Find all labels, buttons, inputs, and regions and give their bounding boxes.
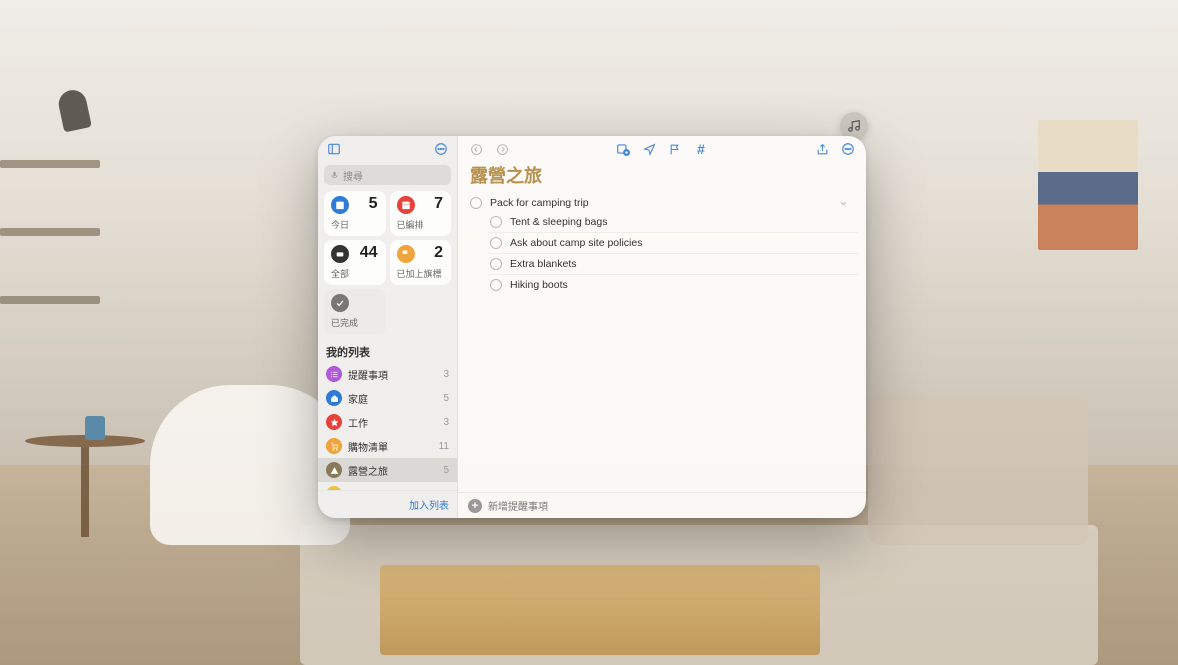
sidebar: 搜尋 5 今日 7 已編排 44 全部 [318,136,458,518]
reminders-content: Pack for camping trip Tent & sleeping ba… [458,194,866,492]
tag-icon[interactable]: # [693,141,709,157]
reminder-sub-row[interactable]: Tent & sleeping bags [488,212,858,233]
complete-radio[interactable] [490,258,502,270]
list-name: 家庭 [348,391,437,406]
subtasks-container: Tent & sleeping bags Ask about camp site … [466,212,858,295]
list-icon [326,414,342,430]
reminder-sub-row[interactable]: Hiking boots [488,275,858,295]
main-panel: # 露營之旅 Pack for camping trip Tent & slee… [458,136,866,518]
smart-all[interactable]: 44 全部 [324,240,386,285]
smart-scheduled-label: 已編排 [397,218,445,231]
smart-flagged[interactable]: 2 已加上旗標 [390,240,452,285]
reminder-text: Tent & sleeping bags [510,216,856,228]
complete-radio[interactable] [490,237,502,249]
list-count: 5 [443,465,449,476]
reminder-text: Hiking boots [510,279,856,291]
smart-completed-label: 已完成 [331,316,379,329]
sidebar-list-item[interactable]: 家庭 5 [318,386,457,410]
smart-completed[interactable]: 已完成 [324,289,386,334]
reminder-text: Extra blankets [510,258,856,270]
reminders-window: 搜尋 5 今日 7 已編排 44 全部 [318,136,866,518]
list-name: 購物清單 [348,439,433,454]
sidebar-toggle-icon[interactable] [326,141,342,157]
nav-forward-icon[interactable] [494,141,510,157]
reminder-text: Pack for camping trip [490,197,831,209]
plus-icon: + [468,499,482,513]
mic-icon [330,171,339,180]
smart-today-label: 今日 [331,218,379,231]
flag-icon [397,245,415,263]
flag-toolbar-icon[interactable] [667,141,683,157]
list-count: 3 [443,369,449,380]
share-icon[interactable] [814,141,830,157]
new-reminder-button[interactable]: + 新增提醒事項 [458,492,866,518]
lists-container: 提醒事項 3 家庭 5 工作 3 購物清單 11露營之旅 5 讀書會5 [318,362,457,490]
search-placeholder: 搜尋 [343,168,363,183]
list-icon [326,366,342,382]
location-icon[interactable] [641,141,657,157]
list-count: 3 [443,417,449,428]
smart-scheduled[interactable]: 7 已編排 [390,191,452,236]
calendar-icon [397,196,415,214]
complete-radio[interactable] [470,197,482,209]
sidebar-list-item[interactable]: 讀書會5 [318,482,457,490]
list-count: 5 [443,393,449,404]
list-name: 提醒事項 [348,367,437,382]
more-toolbar-icon[interactable] [840,141,856,157]
list-name: 工作 [348,415,437,430]
more-icon[interactable] [433,141,449,157]
smart-flagged-count: 2 [434,244,443,262]
sidebar-list-item[interactable]: 工作 3 [318,410,457,434]
reminder-sub-row[interactable]: Extra blankets [488,254,858,275]
list-count: 11 [439,441,449,452]
smart-today-count: 5 [369,195,378,213]
reminder-sub-row[interactable]: Ask about camp site policies [488,233,858,254]
my-lists-header: 我的列表 [318,338,457,362]
tray-icon [331,245,349,263]
reminder-parent-row[interactable]: Pack for camping trip [466,194,858,212]
list-title: 露營之旅 [458,162,866,194]
check-icon [331,294,349,312]
calendar-today-icon [331,196,349,214]
smart-flagged-label: 已加上旗標 [397,267,445,280]
sidebar-list-item[interactable]: 購物清單 11 [318,434,457,458]
add-list-button[interactable]: 加入列表 [318,490,457,518]
smart-today[interactable]: 5 今日 [324,191,386,236]
complete-radio[interactable] [490,216,502,228]
list-icon [326,390,342,406]
smart-scheduled-count: 7 [434,195,443,213]
nav-back-icon[interactable] [468,141,484,157]
chevron-down-icon[interactable] [839,199,848,208]
list-name: 露營之旅 [348,463,437,478]
list-icon [326,462,342,478]
sidebar-list-item[interactable]: 提醒事項 3 [318,362,457,386]
complete-radio[interactable] [490,279,502,291]
smart-all-label: 全部 [331,267,379,280]
sidebar-list-item[interactable]: 露營之旅 5 [318,458,457,482]
smart-all-count: 44 [360,244,378,262]
toolbar: # [458,136,866,162]
new-reminder-label: 新增提醒事項 [488,498,548,513]
reminder-text: Ask about camp site policies [510,237,856,249]
list-icon [326,438,342,454]
calendar-add-icon[interactable] [615,141,631,157]
search-input[interactable]: 搜尋 [324,165,451,185]
